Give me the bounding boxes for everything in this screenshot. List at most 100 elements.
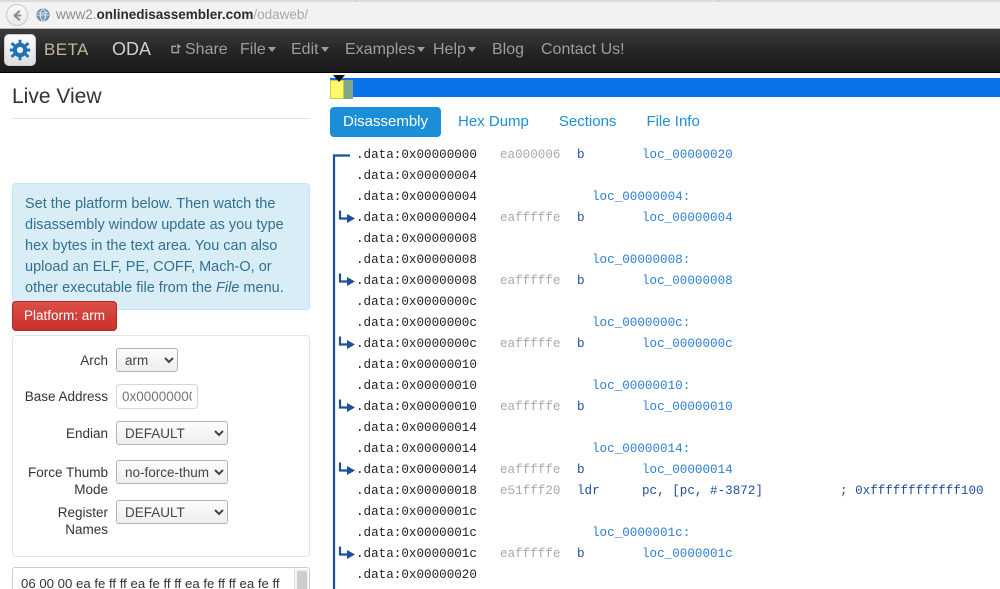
disassembly-line[interactable]: .data:0x00000014 eafffffe b loc_00000014 <box>322 460 1000 481</box>
line-address: .data:0x0000001c <box>356 526 477 540</box>
nav-item-edit[interactable]: Edit <box>291 41 329 59</box>
line-branch-target[interactable]: loc_00000010 <box>642 397 733 418</box>
line-mnemonic: b <box>577 148 585 162</box>
browser-chrome: www2.onlinedisassembler.com/odaweb/ <box>0 0 1000 29</box>
line-address: .data:0x00000020 <box>356 568 477 582</box>
textarea-scrollbar[interactable] <box>294 569 308 589</box>
line-mnemonic: ldr <box>577 484 600 498</box>
disassembly-line[interactable]: .data:0x00000008 eafffffe b loc_00000008 <box>322 271 1000 292</box>
disassembly-listing[interactable]: .data:0x00000000 ea000006 b loc_00000020 .da… <box>322 145 1000 589</box>
line-branch-target[interactable]: loc_0000000c <box>642 334 733 355</box>
disassembly-line[interactable]: .data:0x0000000c eafffffe b loc_0000000c <box>322 334 1000 355</box>
chevron-down-icon <box>417 47 426 52</box>
disassembly-line[interactable]: .data:0x00000014 <box>322 418 1000 439</box>
line-mnemonic: b <box>577 211 585 225</box>
arch-select[interactable]: arm <box>116 348 178 372</box>
line-bytes: eafffffe <box>500 400 561 414</box>
disassembly-line[interactable]: .data:0x0000001c loc_0000001c: <box>322 523 1000 544</box>
line-address: .data:0x00000008 <box>356 232 477 246</box>
scrollbar-thumb[interactable] <box>297 571 307 589</box>
disassembly-line[interactable]: .data:0x00000008 loc_00000008: <box>322 250 1000 271</box>
line-address: .data:0x00000000 <box>356 148 477 162</box>
progress-marker-secondary[interactable] <box>344 80 353 99</box>
page-title: Live View <box>12 85 102 108</box>
hex-bytes-textarea[interactable]: 06 00 00 ea fe ff ff ea fe ff ff ea fe f… <box>12 567 310 589</box>
disassembly-line[interactable]: .data:0x00000008 <box>322 229 1000 250</box>
line-address: .data:0x00000004 <box>356 169 477 183</box>
nav-item-blog[interactable]: Blog <box>492 41 524 59</box>
nav-item-oda[interactable]: ODA <box>112 39 151 60</box>
line-bytes: eafffffe <box>500 337 561 351</box>
line-branch-target[interactable]: loc_00000008 <box>642 271 733 292</box>
line-label: loc_00000010: <box>592 379 691 393</box>
line-mnemonic: b <box>577 463 585 477</box>
disassembly-line[interactable]: .data:0x00000010 <box>322 355 1000 376</box>
disassembly-line[interactable]: .data:0x00000004 <box>322 166 1000 187</box>
line-operands: pc, [pc, #-3872] <box>642 484 763 498</box>
line-branch-target[interactable]: loc_0000001c <box>642 544 733 565</box>
line-address: .data:0x00000010 <box>356 358 477 372</box>
line-bytes: eafffffe <box>500 274 561 288</box>
disassembly-line[interactable]: .data:0x0000001c eafffffe b loc_0000001c <box>322 544 1000 565</box>
disassembly-line[interactable]: .data:0x00000010 eafffffe b loc_00000010 <box>322 397 1000 418</box>
back-arrow-icon <box>11 9 24 22</box>
line-address: .data:0x00000004 <box>356 190 477 204</box>
line-branch-target[interactable]: loc_00000014 <box>642 460 733 481</box>
disassembly-line[interactable]: .data:0x00000018 e51fff20 ldr pc, [pc, #-38… <box>322 481 1000 502</box>
line-mnemonic: b <box>577 547 585 561</box>
nav-item-contact[interactable]: Contact Us! <box>541 41 625 59</box>
disassembly-line[interactable]: .data:0x0000000c loc_0000000c: <box>322 313 1000 334</box>
force-thumb-select[interactable]: no-force-thumb <box>116 460 228 484</box>
url-host: onlinedisassembler.com <box>96 7 254 22</box>
label-base-address: Base Address <box>24 389 108 404</box>
disassembly-lines: .data:0x00000000 ea000006 b loc_00000020 .da… <box>322 145 1000 589</box>
platform-form: Arch arm Base Address Endian DEFAULT For… <box>12 335 310 557</box>
line-bytes: eafffffe <box>500 211 561 225</box>
line-branch-target[interactable]: loc_00000004 <box>642 208 733 229</box>
line-mnemonic: b <box>577 337 585 351</box>
line-mnemonic: b <box>577 400 585 414</box>
line-address: .data:0x00000004 <box>356 211 477 225</box>
beta-badge: BETA <box>44 40 89 59</box>
disassembly-line[interactable]: .data:0x00000000 ea000006 b loc_00000020 <box>322 145 1000 166</box>
line-branch-target[interactable]: loc_00000020 <box>642 145 733 166</box>
line-address: .data:0x00000010 <box>356 400 477 414</box>
disassembly-panel: Disassembly Hex Dump Sections File Info … <box>322 73 1000 589</box>
disassembly-line[interactable]: .data:0x0000000c <box>322 292 1000 313</box>
label-arch: Arch <box>80 353 108 368</box>
gear-icon[interactable] <box>4 34 36 66</box>
nav-item-file[interactable]: File <box>240 41 276 59</box>
disassembly-line[interactable]: .data:0x00000004 eafffffe b loc_00000004 <box>322 208 1000 229</box>
back-button[interactable] <box>6 4 28 26</box>
app-navbar: BETA ODA Share File Edit Examples Help B… <box>0 29 1000 73</box>
info-alert: Set the platform below. Then watch the d… <box>12 183 310 310</box>
line-address: .data:0x00000010 <box>356 379 477 393</box>
nav-item-help[interactable]: Help <box>433 41 476 59</box>
disassembly-line[interactable]: .data:0x00000020 <box>322 565 1000 586</box>
line-address: .data:0x0000000c <box>356 316 477 330</box>
address-bar[interactable]: www2.onlinedisassembler.com/odaweb/ <box>56 5 308 25</box>
line-label: loc_00000004: <box>592 190 691 204</box>
tab-hex-dump[interactable]: Hex Dump <box>445 107 542 137</box>
line-label: loc_00000014: <box>592 442 691 456</box>
disassembly-line[interactable]: .data:0x0000001c <box>322 502 1000 523</box>
platform-button[interactable]: Platform: arm <box>12 301 118 331</box>
form-row-endian: Endian DEFAULT <box>13 421 311 445</box>
hex-bytes-value: 06 00 00 ea fe ff ff ea fe ff ff ea fe f… <box>21 574 284 589</box>
line-bytes: eafffffe <box>500 547 561 561</box>
tab-sections[interactable]: Sections <box>546 107 630 137</box>
endian-select[interactable]: DEFAULT <box>116 421 228 445</box>
nav-item-examples[interactable]: Examples <box>345 41 426 59</box>
disassembly-line[interactable]: .data:0x00000010 loc_00000010: <box>322 376 1000 397</box>
line-address: .data:0x0000001c <box>356 505 477 519</box>
register-names-select[interactable]: DEFAULT <box>116 500 228 524</box>
tab-disassembly[interactable]: Disassembly <box>330 107 442 137</box>
base-address-input[interactable] <box>116 384 198 409</box>
info-alert-text-b: menu. <box>239 280 284 296</box>
disassembly-line[interactable]: .data:0x00000014 loc_00000014: <box>322 439 1000 460</box>
disassembly-line[interactable]: .data:0x00000004 loc_00000004: <box>322 187 1000 208</box>
tab-file-info[interactable]: File Info <box>633 107 712 137</box>
nav-item-share[interactable]: Share <box>170 41 228 60</box>
line-address: .data:0x00000008 <box>356 274 477 288</box>
progress-marker[interactable] <box>330 80 344 99</box>
